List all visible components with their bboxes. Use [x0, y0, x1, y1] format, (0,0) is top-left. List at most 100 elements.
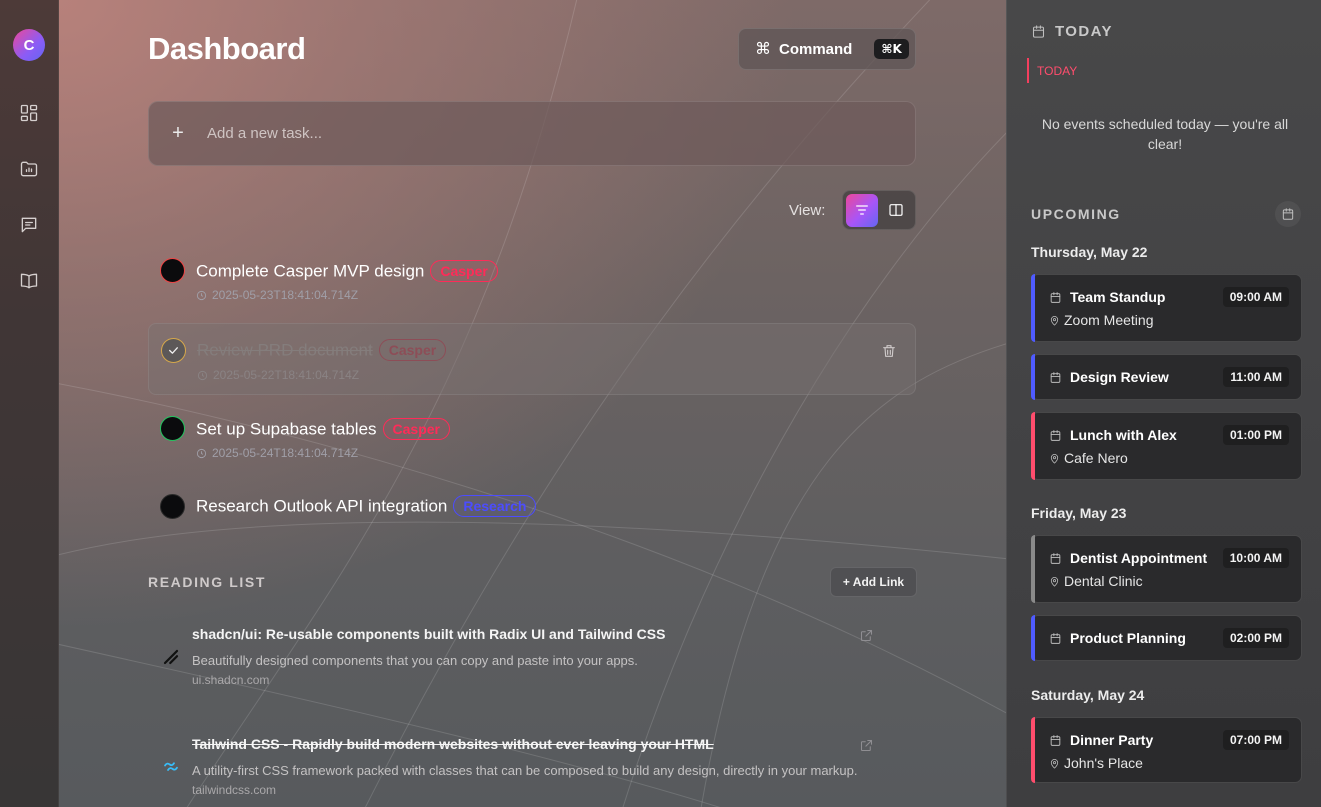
reading-list-item[interactable]: shadcn/ui: Re-usable components built wi… [148, 626, 916, 696]
event-title: Design Review [1070, 369, 1169, 385]
task-name: Review PRD document Casper [197, 339, 447, 362]
task-timestamp: 2025-05-22T18:41:04.714Z [197, 368, 359, 382]
event-color-bar [1031, 412, 1035, 480]
clock-icon [196, 290, 207, 300]
task-checkbox[interactable] [160, 258, 185, 283]
calendar-icon [1049, 632, 1062, 645]
book-icon [20, 273, 38, 289]
filter-icon [856, 205, 868, 215]
event-card[interactable]: Design Review 11:00 AM [1031, 354, 1302, 400]
event-card[interactable]: Dinner Party 07:00 PM John's Place [1031, 717, 1302, 783]
command-label: Command [779, 40, 853, 58]
command-shortcut: ⌘K [874, 39, 909, 59]
task-name: Research Outlook API integration Research [196, 495, 537, 518]
sidebar-item-reading[interactable] [18, 270, 40, 292]
location-pin-icon [1049, 452, 1060, 464]
sidebar-item-messages[interactable] [18, 214, 40, 236]
task-tag[interactable]: Casper [382, 418, 450, 440]
task-timestamp: 2025-05-23T18:41:04.714Z [196, 288, 358, 302]
task-checkbox[interactable] [161, 338, 186, 363]
event-location: Zoom Meeting [1064, 312, 1154, 328]
open-link-button[interactable] [859, 738, 875, 754]
reading-item-title[interactable]: shadcn/ui: Re-usable components built wi… [192, 626, 665, 642]
no-events-message: No events scheduled today — you're all c… [1041, 116, 1289, 152]
reading-item-url: ui.shadcn.com [192, 673, 270, 687]
grid-icon [20, 104, 38, 122]
task-tag[interactable]: Casper [378, 339, 447, 361]
main-area: Dashboard ⌘ Command ⌘K + View: Complete … [59, 0, 1006, 807]
event-title: Dinner Party [1070, 732, 1154, 748]
event-time: 02:00 PM [1222, 628, 1289, 648]
task-checkbox[interactable] [160, 494, 185, 519]
calendar-icon [1049, 429, 1062, 442]
add-task-bar: + [148, 101, 916, 166]
delete-task-button[interactable] [881, 343, 897, 359]
task-tag[interactable]: Research [453, 495, 537, 517]
clock-icon [197, 370, 208, 380]
task-name: Set up Supabase tables Casper [196, 418, 450, 441]
open-calendar-button[interactable] [1275, 201, 1301, 227]
location-pin-icon [1049, 575, 1060, 587]
reading-list-title: READING LIST [148, 574, 266, 590]
task-item[interactable]: Research Outlook API integration Research [148, 486, 916, 526]
calendar-panel: TODAY TODAY No events scheduled today — … [1006, 0, 1321, 807]
command-icon: ⌘ [755, 41, 771, 58]
view-list-button[interactable] [846, 193, 878, 227]
event-card[interactable]: Lunch with Alex 01:00 PM Cafe Nero [1031, 412, 1302, 480]
reading-list-item[interactable]: Tailwind CSS - Rapidly build modern webs… [148, 736, 916, 806]
event-time: 10:00 AM [1222, 548, 1289, 568]
external-link-icon [860, 739, 873, 752]
task-timestamp: 2025-05-24T18:41:04.714Z [196, 446, 358, 460]
calendar-icon [1049, 552, 1062, 565]
day-heading: Saturday, May 24 [1031, 687, 1145, 703]
event-title: Product Planning [1070, 630, 1186, 646]
event-location: Dental Clinic [1064, 573, 1143, 589]
shadcn-logo-icon [163, 649, 179, 665]
event-title: Team Standup [1070, 289, 1166, 305]
task-item[interactable]: Set up Supabase tables Casper 2025-05-24T… [148, 408, 916, 463]
task-checkbox[interactable] [160, 416, 185, 441]
sidebar-item-projects[interactable] [18, 158, 40, 180]
task-timestamp-text: 2025-05-23T18:41:04.714Z [212, 288, 359, 302]
task-timestamp-text: 2025-05-24T18:41:04.714Z [212, 446, 359, 460]
event-card[interactable]: Dentist Appointment 10:00 AM Dental Clin… [1031, 535, 1302, 603]
location-pin-icon [1049, 757, 1060, 769]
plus-icon[interactable]: + [149, 122, 207, 145]
task-title: Review PRD document [197, 340, 373, 360]
event-card[interactable]: Product Planning 02:00 PM [1031, 615, 1302, 661]
task-item[interactable]: Review PRD document Casper 2025-05-22T18:… [148, 323, 916, 395]
event-location: Cafe Nero [1064, 450, 1128, 466]
event-time: 01:00 PM [1222, 425, 1289, 445]
view-toggle [842, 190, 916, 230]
event-color-bar [1031, 615, 1035, 661]
avatar[interactable]: C [13, 29, 45, 61]
location-pin-icon [1049, 314, 1060, 326]
command-button[interactable]: ⌘ Command ⌘K [738, 28, 916, 70]
task-item[interactable]: Complete Casper MVP design Casper 2025-05… [148, 250, 916, 305]
reading-item-title[interactable]: Tailwind CSS - Rapidly build modern webs… [192, 736, 714, 752]
calendar-icon [1282, 208, 1294, 220]
upcoming-heading: UPCOMING [1031, 206, 1121, 222]
columns-icon [889, 204, 903, 216]
folder-chart-icon [20, 161, 38, 177]
add-link-button[interactable]: + Add Link [830, 567, 917, 597]
calendar-icon [1049, 291, 1062, 304]
trash-icon [883, 345, 895, 357]
view-columns-button[interactable] [880, 194, 912, 227]
open-link-button[interactable] [859, 628, 875, 644]
external-link-icon [860, 629, 873, 642]
event-time: 11:00 AM [1223, 367, 1289, 387]
event-title: Lunch with Alex [1070, 427, 1177, 443]
sidebar-item-dashboard[interactable] [18, 102, 40, 124]
add-task-input[interactable] [207, 125, 847, 142]
event-location: John's Place [1064, 755, 1143, 771]
event-color-bar [1031, 717, 1035, 783]
check-icon [169, 347, 178, 354]
event-card[interactable]: Team Standup 09:00 AM Zoom Meeting [1031, 274, 1302, 342]
page-title: Dashboard [148, 31, 306, 66]
task-tag[interactable]: Casper [430, 260, 498, 282]
task-timestamp-text: 2025-05-22T18:41:04.714Z [213, 368, 360, 382]
event-color-bar [1031, 535, 1035, 603]
event-time: 09:00 AM [1222, 287, 1289, 307]
event-time: 07:00 PM [1222, 730, 1289, 750]
